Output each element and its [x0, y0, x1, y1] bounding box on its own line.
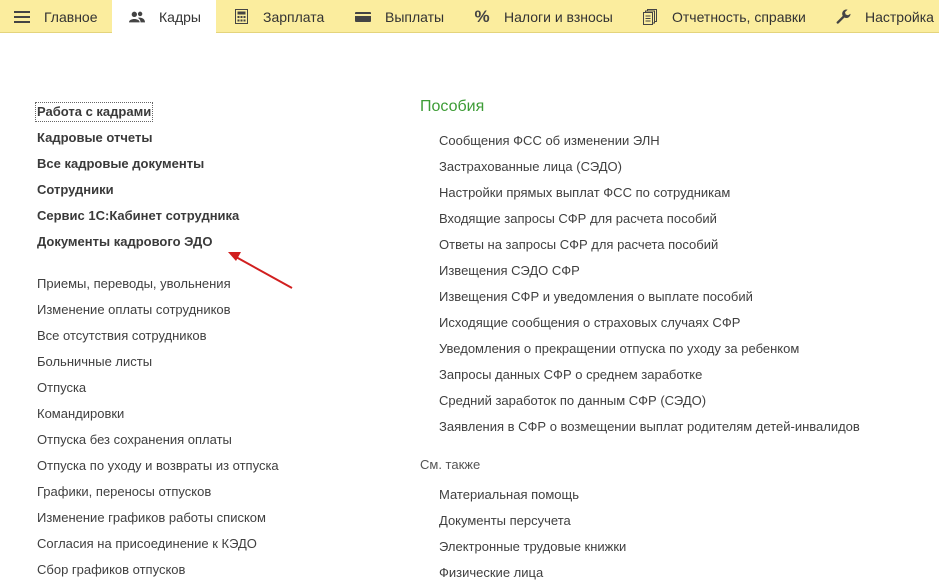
annotation-arrow	[228, 252, 293, 289]
